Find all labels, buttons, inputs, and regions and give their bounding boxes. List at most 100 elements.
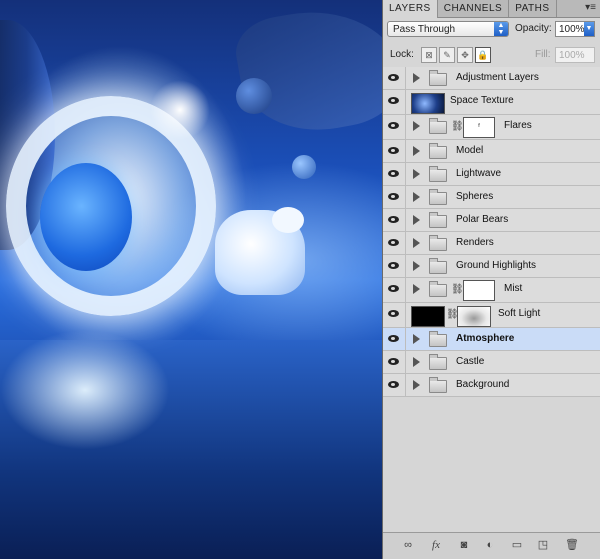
visibility-toggle[interactable]	[383, 209, 406, 231]
fx-icon[interactable]: fx	[429, 539, 443, 552]
opacity-value: 100%	[559, 24, 585, 35]
folder-icon	[429, 189, 447, 205]
chain-link-icon[interactable]: ⛓	[451, 284, 464, 295]
layer-name: Mist	[504, 283, 523, 294]
layer-name: Adjustment Layers	[456, 72, 539, 83]
layer-row[interactable]: Ground Highlights	[383, 255, 600, 278]
layer-row[interactable]: ⛓ ᶠ Flares	[383, 115, 600, 140]
link-icon[interactable]: ∞	[401, 539, 415, 552]
lock-transparent-icon[interactable]: ⊠	[421, 47, 437, 63]
layer-row-selected[interactable]: Atmosphere	[383, 328, 600, 351]
folder-icon	[429, 118, 447, 134]
layer-name: Ground Highlights	[456, 260, 537, 271]
expand-triangle-icon[interactable]	[413, 334, 420, 344]
panel-menu-icon[interactable]: ▾≡	[585, 2, 596, 13]
visibility-toggle[interactable]	[383, 351, 406, 373]
new-group-icon[interactable]: ▭	[510, 539, 524, 552]
layer-row[interactable]: Lightwave	[383, 163, 600, 186]
layer-name: Polar Bears	[456, 214, 509, 225]
canvas-sphere	[292, 155, 316, 179]
layer-name: Space Texture	[450, 95, 514, 106]
expand-triangle-icon[interactable]	[413, 238, 420, 248]
document-canvas[interactable]	[0, 0, 382, 559]
layer-name: Spheres	[456, 191, 494, 202]
opacity-field[interactable]: 100% ▼	[555, 21, 595, 37]
eye-icon	[388, 285, 399, 292]
opacity-label: Opacity:	[515, 23, 552, 34]
visibility-toggle[interactable]	[383, 90, 406, 114]
eye-icon	[388, 262, 399, 269]
layer-row[interactable]: Spheres	[383, 186, 600, 209]
panel-tabs: LAYERS CHANNELS PATHS ▾≡	[383, 0, 600, 18]
visibility-toggle[interactable]	[383, 374, 406, 396]
expand-triangle-icon[interactable]	[413, 169, 420, 179]
lock-position-icon[interactable]: ✥	[457, 47, 473, 63]
chain-link-icon[interactable]: ⛓	[451, 121, 464, 132]
layer-row[interactable]: Space Texture	[383, 90, 600, 115]
lock-all-icon[interactable]: 🔒	[475, 47, 491, 63]
layer-row[interactable]: Adjustment Layers	[383, 67, 600, 90]
new-layer-icon[interactable]: ◳	[536, 539, 550, 552]
layer-thumbnail	[411, 93, 445, 114]
layer-mask-thumbnail[interactable]: ᶠ	[463, 117, 495, 138]
layer-row[interactable]: Model	[383, 140, 600, 163]
select-arrows-icon: ▲ ▼	[494, 22, 508, 36]
panel-footer: ∞ fx ◙ ◐ ▭ ◳ 🗑	[383, 532, 600, 559]
expand-triangle-icon[interactable]	[413, 357, 420, 367]
layer-list: Adjustment Layers Space Texture ⛓ ᶠ Flar…	[383, 67, 600, 397]
tab-paths[interactable]: PATHS	[509, 0, 557, 17]
layers-panel: LAYERS CHANNELS PATHS ▾≡ Pass Through ▲ ▼…	[382, 0, 600, 559]
visibility-toggle[interactable]	[383, 186, 406, 208]
layer-row[interactable]: Polar Bears	[383, 209, 600, 232]
expand-triangle-icon[interactable]	[413, 284, 420, 294]
trash-icon[interactable]: 🗑	[565, 539, 579, 552]
expand-triangle-icon[interactable]	[413, 215, 420, 225]
blend-mode-value: Pass Through	[393, 24, 456, 35]
expand-triangle-icon[interactable]	[413, 146, 420, 156]
layer-name: Flares	[504, 120, 532, 131]
folder-icon	[429, 281, 447, 297]
visibility-toggle[interactable]	[383, 115, 406, 139]
visibility-toggle[interactable]	[383, 140, 406, 162]
blend-mode-select[interactable]: Pass Through ▲ ▼	[387, 21, 509, 37]
eye-icon	[388, 170, 399, 177]
expand-triangle-icon[interactable]	[413, 380, 420, 390]
layer-mask-thumbnail[interactable]	[463, 280, 495, 301]
add-mask-icon[interactable]: ◙	[457, 539, 471, 552]
canvas-ground-glow	[0, 330, 170, 450]
visibility-toggle[interactable]	[383, 328, 406, 350]
expand-triangle-icon[interactable]	[413, 121, 420, 131]
visibility-toggle[interactable]	[383, 163, 406, 185]
layer-row[interactable]: Renders	[383, 232, 600, 255]
folder-icon	[429, 331, 447, 347]
canvas-flare	[150, 80, 210, 140]
visibility-toggle[interactable]	[383, 67, 406, 89]
adjustment-icon[interactable]: ◐	[483, 539, 497, 552]
layer-name: Castle	[456, 356, 485, 367]
lock-label: Lock:	[390, 49, 414, 60]
folder-icon	[429, 70, 447, 86]
tab-layers[interactable]: LAYERS	[383, 0, 438, 18]
layer-row[interactable]: Background	[383, 374, 600, 397]
expand-triangle-icon[interactable]	[413, 73, 420, 83]
layer-row[interactable]: Castle	[383, 351, 600, 374]
fill-field[interactable]: 100%	[555, 47, 595, 63]
layer-mask-thumbnail[interactable]	[457, 306, 491, 327]
tab-channels[interactable]: CHANNELS	[438, 0, 510, 17]
layer-row[interactable]: ⛓ Mist	[383, 278, 600, 303]
canvas-polar-bear-head	[272, 207, 304, 233]
lock-image-icon[interactable]: ✎	[439, 47, 455, 63]
expand-triangle-icon[interactable]	[413, 261, 420, 271]
folder-icon	[429, 143, 447, 159]
folder-icon	[429, 166, 447, 182]
visibility-toggle[interactable]	[383, 232, 406, 254]
visibility-toggle[interactable]	[383, 278, 406, 302]
eye-icon	[388, 216, 399, 223]
chevron-down-icon[interactable]: ▼	[584, 22, 594, 36]
eye-icon	[388, 239, 399, 246]
visibility-toggle[interactable]	[383, 303, 406, 327]
eye-icon	[388, 381, 399, 388]
layer-row[interactable]: ⛓ Soft Light	[383, 303, 600, 328]
visibility-toggle[interactable]	[383, 255, 406, 277]
expand-triangle-icon[interactable]	[413, 192, 420, 202]
